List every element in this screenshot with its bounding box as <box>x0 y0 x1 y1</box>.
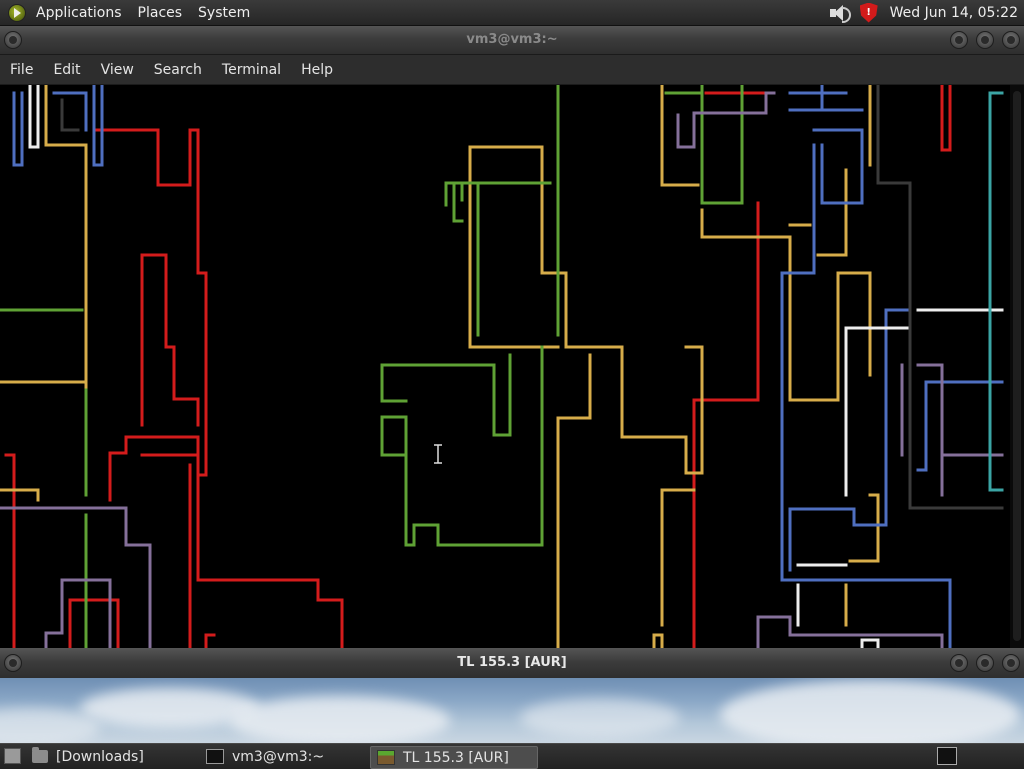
task-downloads[interactable]: [Downloads] <box>26 746 198 767</box>
white-pipes <box>28 85 1004 648</box>
terminal-launcher-icon[interactable] <box>937 747 957 765</box>
volume-icon[interactable] <box>828 4 851 23</box>
folder-icon <box>32 747 48 763</box>
menu-view[interactable]: View <box>91 62 144 78</box>
system-tray: ! Wed Jun 14, 05:22 <box>828 0 1024 25</box>
game-window-title: TL 155.3 [AUR] <box>457 655 567 670</box>
i-beam-cursor-icon <box>434 444 442 464</box>
task-label: TL 155.3 [AUR] <box>403 749 509 766</box>
task-game[interactable]: TL 155.3 [AUR] <box>370 746 538 769</box>
game-window-titlebar[interactable]: TL 155.3 [AUR] <box>0 648 1024 679</box>
terminal-output[interactable] <box>0 85 1024 648</box>
pipes-animation <box>0 85 1004 648</box>
bottom-taskbar: [Downloads] vm3@vm3:~ TL 155.3 [AUR] <box>0 743 1024 769</box>
minimize-button[interactable] <box>950 31 968 49</box>
minimize-button[interactable] <box>950 654 968 672</box>
applications-menu[interactable]: Applications <box>28 5 130 21</box>
close-button[interactable] <box>1002 654 1020 672</box>
blue-pipes <box>12 85 1004 648</box>
menu-help[interactable]: Help <box>291 62 343 78</box>
cyan-pipes <box>988 91 1004 492</box>
close-button[interactable] <box>1002 31 1020 49</box>
menu-terminal[interactable]: Terminal <box>212 62 291 78</box>
security-shield-icon[interactable]: ! <box>859 2 878 23</box>
terminal-scrollbar[interactable] <box>1010 85 1024 648</box>
maximize-button[interactable] <box>976 654 994 672</box>
green-pipes <box>0 85 744 648</box>
task-label: [Downloads] <box>56 748 144 765</box>
places-menu[interactable]: Places <box>130 5 191 21</box>
scrollbar-thumb[interactable] <box>1013 91 1021 641</box>
maximize-button[interactable] <box>976 31 994 49</box>
terminal-icon <box>206 749 224 764</box>
task-label: vm3@vm3:~ <box>232 748 325 765</box>
task-terminal[interactable]: vm3@vm3:~ <box>200 746 366 767</box>
menu-file[interactable]: File <box>0 62 43 78</box>
applications-icon[interactable] <box>8 3 26 22</box>
show-desktop-icon[interactable] <box>4 748 21 764</box>
terminal-menubar: File Edit View Search Terminal Help <box>0 55 1024 85</box>
top-panel: Applications Places System ! Wed Jun 14,… <box>0 0 1024 26</box>
system-menu[interactable]: System <box>190 5 258 21</box>
terminal-titlebar[interactable]: vm3@vm3:~ <box>0 26 1024 55</box>
menu-search[interactable]: Search <box>144 62 212 78</box>
clock[interactable]: Wed Jun 14, 05:22 <box>890 5 1024 21</box>
terminal-window-title: vm3@vm3:~ <box>466 32 558 47</box>
purple-pipes <box>0 91 1004 648</box>
game-viewport-sky[interactable] <box>0 678 1024 743</box>
game-block-icon <box>377 750 395 765</box>
menu-edit[interactable]: Edit <box>43 62 90 78</box>
